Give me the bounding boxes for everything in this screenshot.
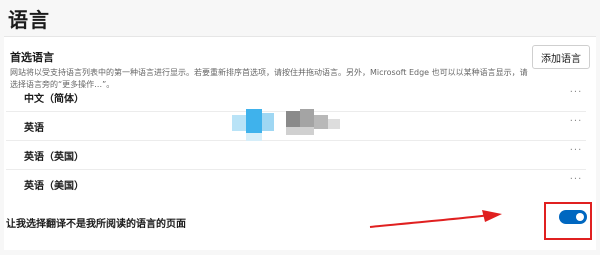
page-title: 语言 xyxy=(8,8,50,32)
language-item-label: 英语 xyxy=(24,123,44,134)
more-actions-icon[interactable]: ··· xyxy=(566,172,586,192)
language-item-label: 英语（美国） xyxy=(24,181,84,192)
more-actions-icon[interactable]: ··· xyxy=(566,143,586,163)
blurred-watermark xyxy=(232,105,342,149)
translate-toggle-label: 让我选择翻译不是我所阅读的语言的页面 xyxy=(6,219,186,230)
language-item-en-us[interactable]: 英语（美国） ··· xyxy=(6,170,586,199)
language-settings-page: 语言 首选语言 网站将以受支持语言列表中的第一种语言进行显示。若要重新排序首选项… xyxy=(0,0,600,255)
language-item-label: 中文（简体） xyxy=(24,94,84,105)
more-actions-icon[interactable]: ··· xyxy=(566,85,586,105)
language-item-label: 英语（英国） xyxy=(24,152,84,163)
add-language-button[interactable]: 添加语言 xyxy=(532,45,590,69)
annotation-arrow-icon xyxy=(369,210,502,228)
section-title: 首选语言 xyxy=(10,51,54,64)
annotation-highlight-box xyxy=(544,202,592,240)
more-actions-icon[interactable]: ··· xyxy=(566,114,586,134)
